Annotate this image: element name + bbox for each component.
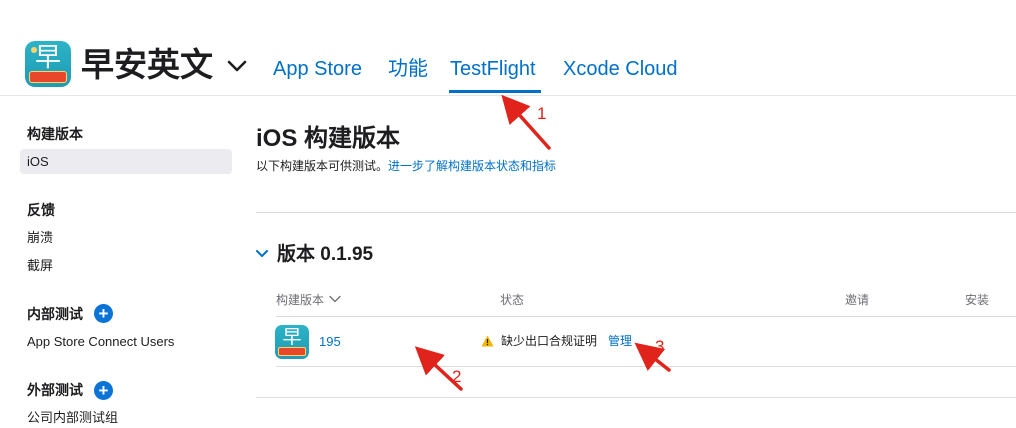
column-header-status: 状态	[500, 293, 525, 307]
build-number-link[interactable]: 195	[319, 333, 341, 350]
sidebar-heading-internal-testing: 内部测试	[27, 306, 83, 322]
column-header-installs: 安装	[965, 293, 990, 307]
table-row-divider	[276, 366, 1016, 367]
column-header-invites: 邀请	[845, 293, 870, 307]
sort-chevron-icon[interactable]	[329, 293, 341, 305]
table-header-divider	[276, 316, 1016, 317]
warning-icon	[481, 335, 494, 347]
sidebar-item-crashes[interactable]: 崩溃	[27, 229, 53, 247]
section-bottom-divider	[256, 397, 1016, 398]
learn-more-link[interactable]: 进一步了解构建版本状态和指标	[388, 159, 556, 173]
build-icon-glyph: 早	[282, 326, 302, 348]
page-title: iOS 构建版本	[256, 125, 401, 152]
column-header-build[interactable]: 构建版本	[276, 292, 324, 308]
sidebar-item-internal-test-group[interactable]: 公司内部测试组	[27, 409, 118, 427]
annotation-label-1: 1	[537, 104, 547, 123]
active-tab-indicator	[449, 90, 541, 93]
sidebar-heading-builds: 构建版本	[27, 126, 83, 142]
subtitle-text: 以下构建版本可供测试。	[256, 159, 389, 173]
sidebar-heading-external-testing: 外部测试	[27, 382, 83, 398]
build-status-text: 缺少出口合规证明	[501, 334, 598, 348]
sidebar-item-ios[interactable]	[20, 149, 232, 174]
add-external-group-button[interactable]: +	[94, 381, 113, 400]
sidebar-heading-feedback: 反馈	[27, 202, 55, 218]
sidebar-item-app-store-connect-users[interactable]: App Store Connect Users	[27, 333, 174, 351]
tab-features[interactable]: 功能	[388, 56, 428, 82]
annotation-label-3: 3	[655, 337, 665, 356]
build-app-icon: 早	[275, 325, 309, 359]
annotation-label-2: 2	[452, 367, 462, 386]
header-divider	[0, 95, 1016, 96]
app-icon-glyph: 早	[34, 43, 61, 73]
page-subtitle: 以下构建版本可供测试。进一步了解构建版本状态和指标	[256, 158, 556, 174]
chevron-down-icon[interactable]	[226, 55, 248, 77]
tab-app-store[interactable]: App Store	[273, 56, 362, 82]
build-icon-ribbon	[278, 347, 306, 356]
add-internal-group-button[interactable]: +	[94, 304, 113, 323]
chevron-down-icon[interactable]	[255, 247, 269, 261]
manage-compliance-link[interactable]: 管理	[608, 333, 632, 350]
section-divider	[256, 212, 1016, 213]
app-name[interactable]: 早安英文	[81, 44, 213, 86]
tab-xcode-cloud[interactable]: Xcode Cloud	[563, 56, 678, 82]
tab-testflight[interactable]: TestFlight	[450, 56, 536, 82]
sidebar-item-label[interactable]: iOS	[27, 153, 49, 171]
app-icon: 早	[25, 41, 71, 87]
app-icon-ribbon	[29, 71, 67, 83]
version-title[interactable]: 版本 0.1.95	[277, 243, 373, 267]
sidebar-item-screenshots[interactable]: 截屏	[27, 257, 53, 275]
